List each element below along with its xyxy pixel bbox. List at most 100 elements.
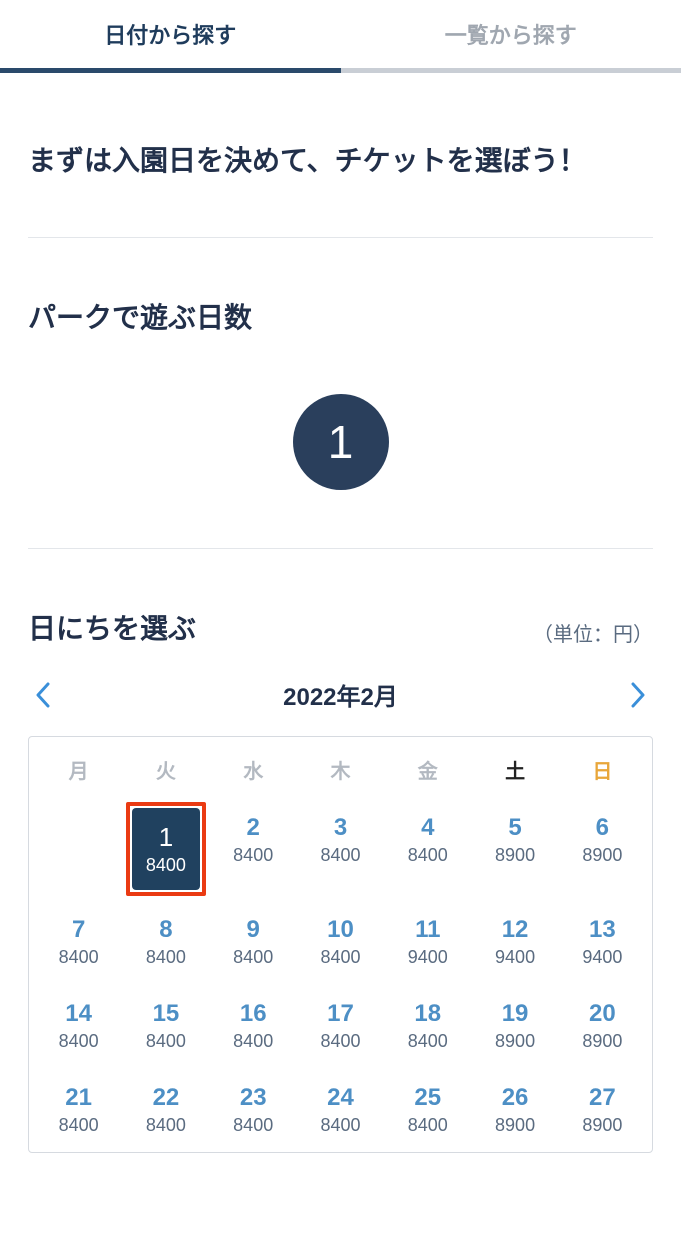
day-cell[interactable]: 68900 — [559, 798, 646, 900]
day-cell[interactable]: 278900 — [559, 1068, 646, 1152]
day-price: 8400 — [122, 1031, 209, 1052]
day-price: 8900 — [559, 1031, 646, 1052]
tab-by-list[interactable]: 一覧から探す — [341, 0, 681, 68]
day-cell[interactable]: 18400 — [122, 798, 209, 900]
page-headline: まずは入園日を決めて、チケットを選ぼう！ — [28, 73, 653, 237]
day-price: 8400 — [35, 947, 122, 968]
day-price: 8900 — [471, 1031, 558, 1052]
day-number: 20 — [559, 1000, 646, 1029]
day-cell[interactable]: 228400 — [122, 1068, 209, 1152]
day-number: 18 — [384, 1000, 471, 1029]
day-number: 16 — [210, 1000, 297, 1029]
day-number: 22 — [122, 1084, 209, 1113]
day-cell[interactable]: 108400 — [297, 900, 384, 984]
day-number: 3 — [297, 814, 384, 843]
day-cell[interactable]: 268900 — [471, 1068, 558, 1152]
day-cell[interactable]: 148400 — [35, 984, 122, 1068]
day-cell[interactable]: 48400 — [384, 798, 471, 900]
day-price: 8400 — [210, 1115, 297, 1136]
prev-month-button[interactable] — [28, 680, 58, 710]
tab-bar: 日付から探す 一覧から探す — [0, 0, 681, 68]
weekday-cell: 土 — [471, 755, 558, 798]
day-price: 8900 — [471, 1115, 558, 1136]
weekday-cell: 月 — [35, 755, 122, 798]
day-cell[interactable]: 168400 — [210, 984, 297, 1068]
tab-by-date[interactable]: 日付から探す — [0, 0, 341, 68]
month-label: 2022年2月 — [283, 677, 398, 712]
day-number: 8 — [122, 916, 209, 945]
tab-underline-inactive — [341, 68, 681, 73]
date-section-title: 日にちを選ぶ — [28, 607, 196, 647]
day-cell[interactable]: 188400 — [384, 984, 471, 1068]
day-price: 8400 — [35, 1031, 122, 1052]
tab-underline — [0, 68, 681, 73]
day-number: 15 — [122, 1000, 209, 1029]
day-price: 8400 — [35, 1115, 122, 1136]
day-cell[interactable]: 78400 — [35, 900, 122, 984]
day-cell[interactable]: 208900 — [559, 984, 646, 1068]
day-price: 8400 — [122, 1115, 209, 1136]
days-count-badge[interactable]: 1 — [293, 394, 389, 490]
weekday-cell: 金 — [384, 755, 471, 798]
days-grid: 1840028400384004840058900689007840088400… — [35, 798, 646, 1152]
day-number: 11 — [384, 916, 471, 945]
next-month-button[interactable] — [623, 680, 653, 710]
day-cell[interactable]: 129400 — [471, 900, 558, 984]
day-price: 8400 — [210, 845, 297, 866]
day-price: 8400 — [384, 845, 471, 866]
date-section-header: 日にちを選ぶ （単位：円） — [28, 549, 653, 647]
day-cell[interactable]: 198900 — [471, 984, 558, 1068]
day-price: 9400 — [384, 947, 471, 968]
day-number: 19 — [471, 1000, 558, 1029]
weekday-cell: 水 — [210, 755, 297, 798]
day-cell[interactable]: 218400 — [35, 1068, 122, 1152]
weekday-cell: 木 — [297, 755, 384, 798]
day-price: 8400 — [210, 947, 297, 968]
days-section-title: パークで遊ぶ日数 — [28, 238, 653, 336]
day-cell[interactable]: 88400 — [122, 900, 209, 984]
weekday-cell: 火 — [122, 755, 209, 798]
day-cell[interactable]: 38400 — [297, 798, 384, 900]
price-unit-label: （単位：円） — [533, 618, 653, 647]
tab-underline-active — [0, 68, 341, 73]
chevron-left-icon — [35, 682, 51, 708]
day-number: 2 — [210, 814, 297, 843]
day-cell[interactable]: 98400 — [210, 900, 297, 984]
day-cell[interactable]: 119400 — [384, 900, 471, 984]
day-cell-empty — [35, 798, 122, 900]
day-number: 1 — [132, 822, 199, 853]
day-number: 4 — [384, 814, 471, 843]
weekday-cell: 日 — [559, 755, 646, 798]
day-cell[interactable]: 248400 — [297, 1068, 384, 1152]
day-price: 8400 — [384, 1115, 471, 1136]
day-selected-inner: 18400 — [132, 808, 199, 890]
weekday-row: 月火水木金土日 — [35, 755, 646, 798]
day-cell[interactable]: 58900 — [471, 798, 558, 900]
day-number: 10 — [297, 916, 384, 945]
day-cell[interactable]: 28400 — [210, 798, 297, 900]
day-price: 8400 — [297, 1031, 384, 1052]
day-number: 5 — [471, 814, 558, 843]
day-cell[interactable]: 158400 — [122, 984, 209, 1068]
day-price: 8400 — [122, 947, 209, 968]
day-number: 17 — [297, 1000, 384, 1029]
days-count-wrap: 1 — [28, 336, 653, 548]
chevron-right-icon — [630, 682, 646, 708]
day-price: 8400 — [210, 1031, 297, 1052]
day-number: 26 — [471, 1084, 558, 1113]
day-number: 25 — [384, 1084, 471, 1113]
day-cell[interactable]: 258400 — [384, 1068, 471, 1152]
day-price: 8400 — [384, 1031, 471, 1052]
day-cell[interactable]: 238400 — [210, 1068, 297, 1152]
day-cell[interactable]: 139400 — [559, 900, 646, 984]
day-cell[interactable]: 178400 — [297, 984, 384, 1068]
day-number: 7 — [35, 916, 122, 945]
day-number: 6 — [559, 814, 646, 843]
day-number: 27 — [559, 1084, 646, 1113]
day-price: 9400 — [471, 947, 558, 968]
day-price: 8900 — [471, 845, 558, 866]
month-navigation: 2022年2月 — [28, 647, 653, 736]
day-price: 8900 — [559, 845, 646, 866]
day-price: 8400 — [297, 845, 384, 866]
day-price: 8400 — [132, 855, 199, 876]
